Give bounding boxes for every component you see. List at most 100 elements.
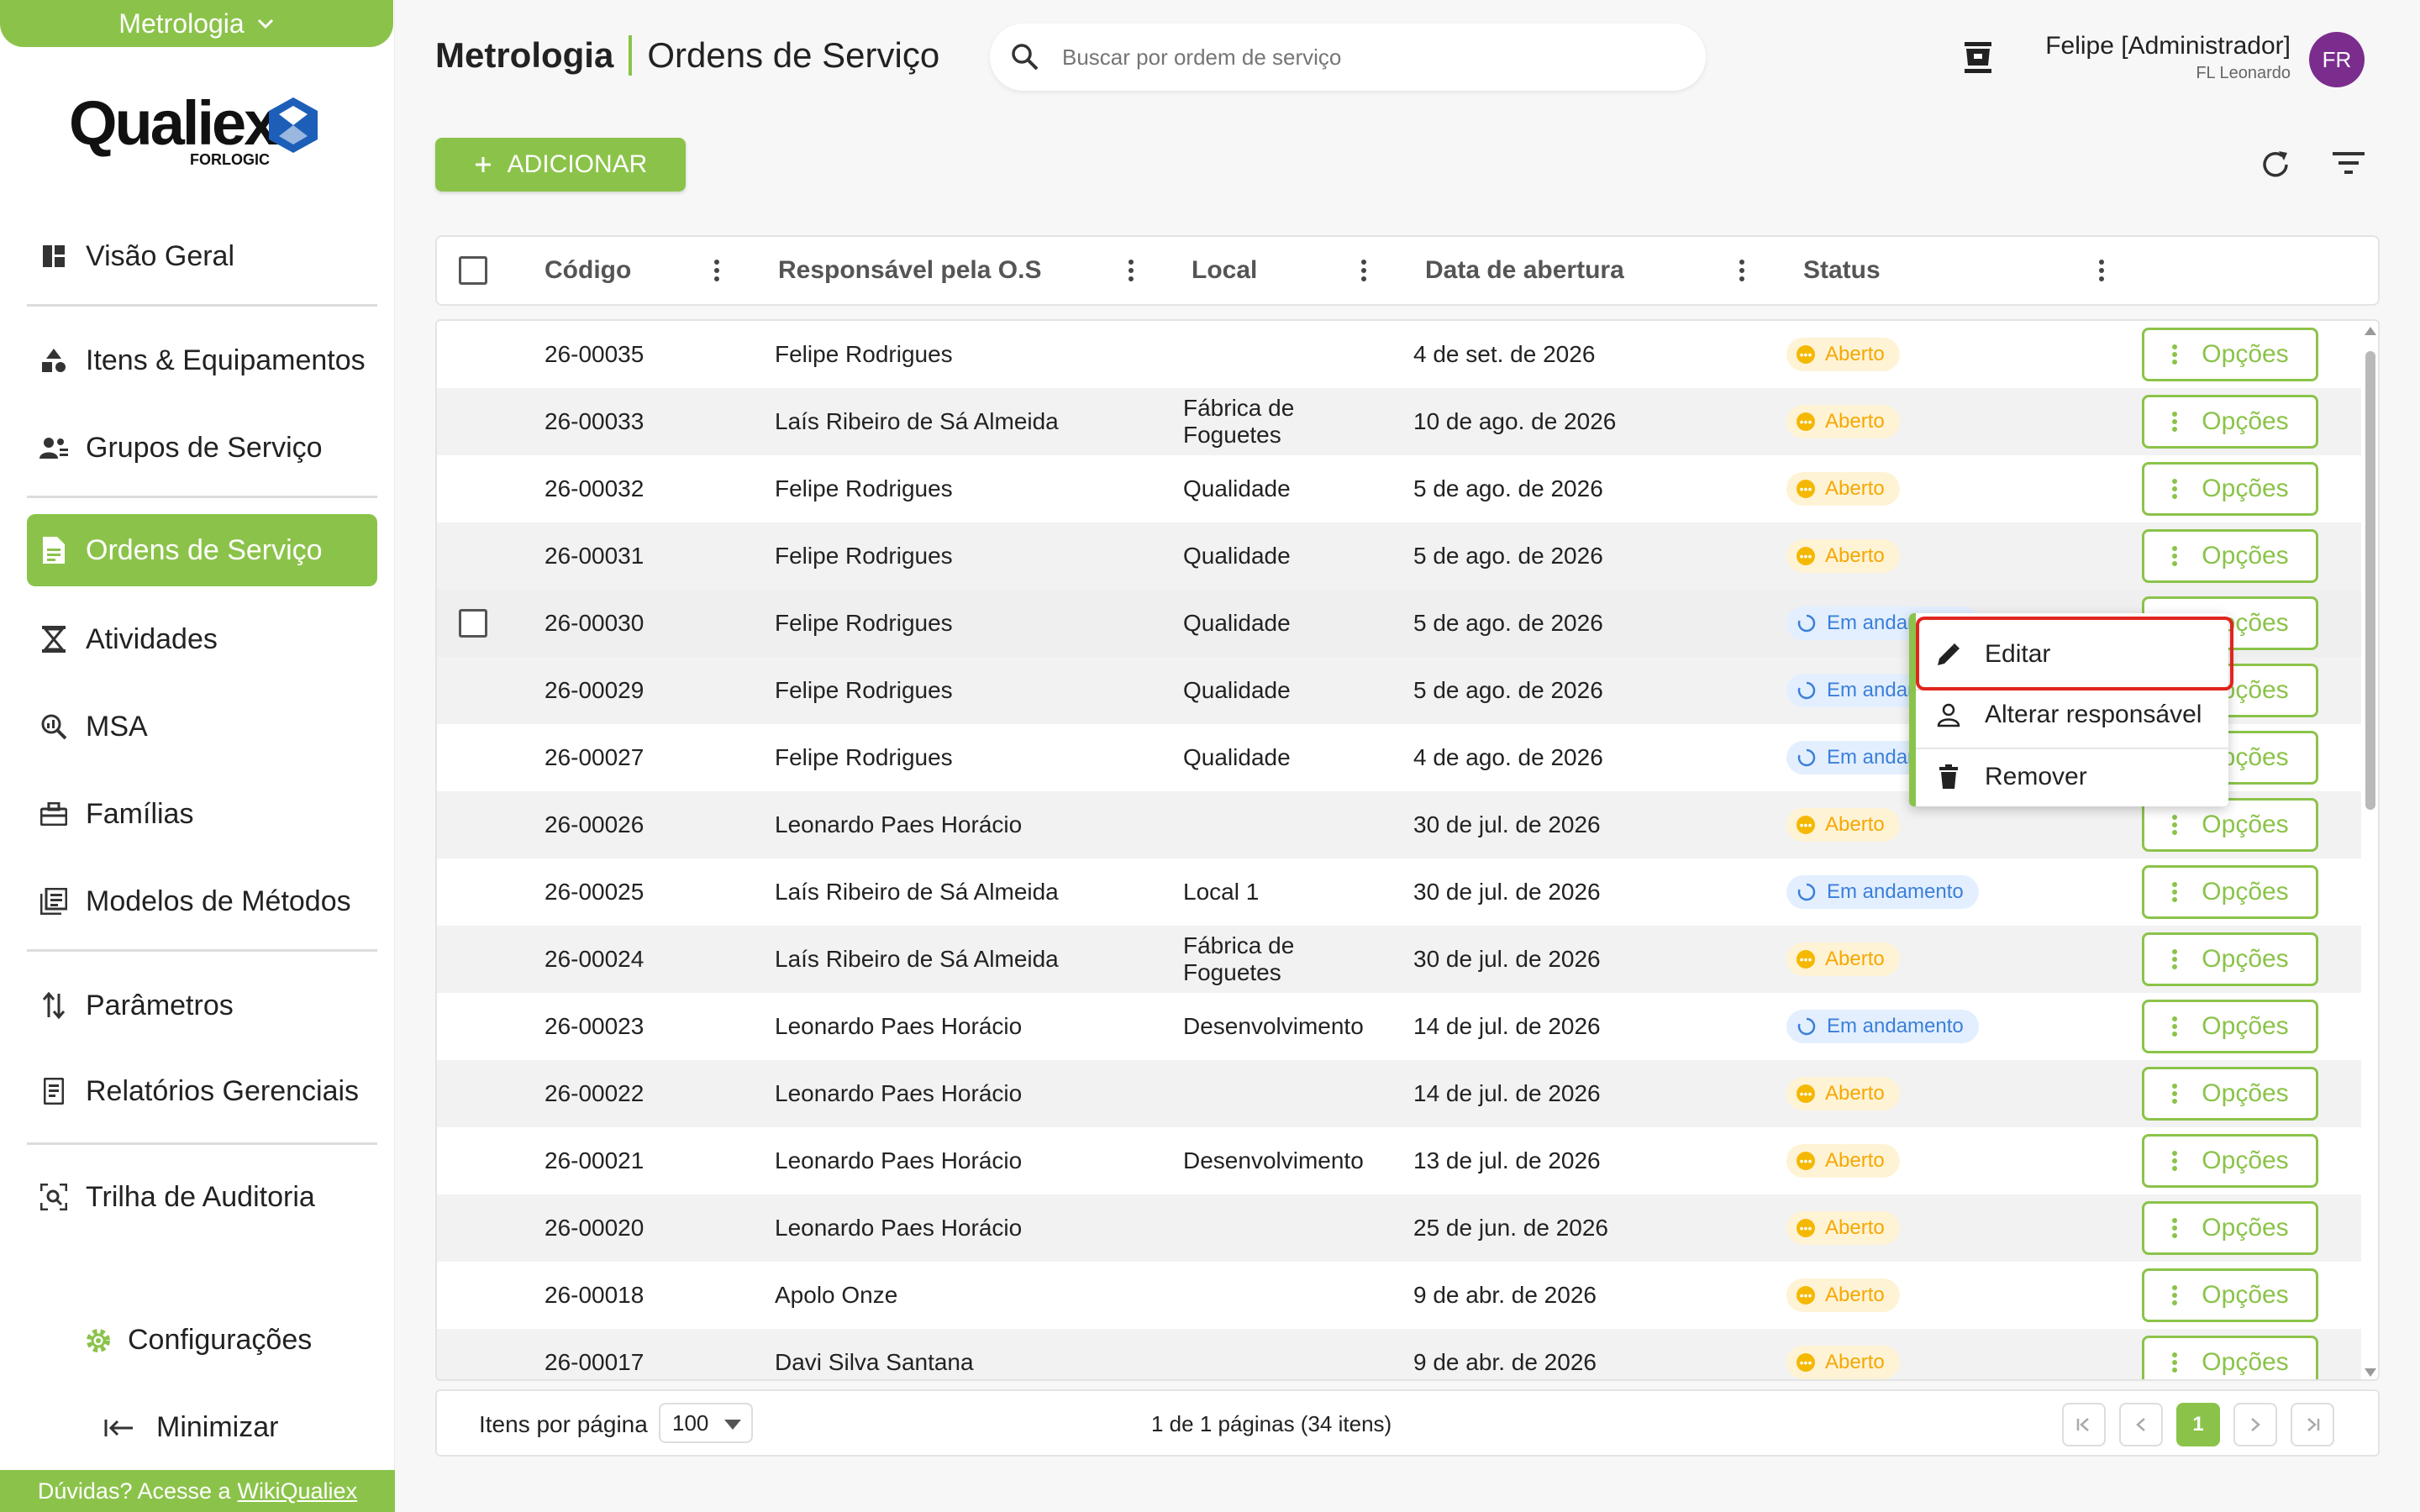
options-button[interactable]: Opções	[2142, 395, 2318, 449]
status-label: Aberto	[1825, 1082, 1885, 1105]
coffee-cup-icon[interactable]	[1963, 40, 1993, 76]
options-button[interactable]: Opções	[2142, 1268, 2318, 1322]
scrollbar-thumb[interactable]	[2365, 351, 2375, 810]
cell-code: 26-00033	[544, 408, 644, 434]
sidebar-item-label: Parâmetros	[86, 989, 234, 1021]
prev-page-button[interactable]	[2119, 1403, 2163, 1446]
cell-responsible: Leonardo Paes Horácio	[775, 1080, 1023, 1106]
scrollbar[interactable]	[2361, 321, 2378, 1379]
column-header-status[interactable]: Status	[1803, 237, 1881, 304]
column-menu-icon[interactable]	[1739, 259, 1745, 282]
table-row[interactable]: 26-00022 Leonardo Paes Horácio 14 de jul. …	[437, 1060, 2361, 1127]
filter-icon[interactable]	[2331, 148, 2366, 178]
options-button[interactable]: Opções	[2142, 1000, 2318, 1053]
user-info[interactable]: Felipe [Administrador] FL Leonardo	[2000, 32, 2291, 83]
status-label: Aberto	[1825, 544, 1885, 567]
first-page-button[interactable]	[2062, 1403, 2106, 1446]
table-row[interactable]: 26-00021 Leonardo Paes Horácio Desenvolvim…	[437, 1127, 2361, 1194]
module-selector[interactable]: Metrologia	[0, 0, 393, 47]
sidebar-item-itens-equipamentos[interactable]: Itens & Equipamentos	[27, 324, 377, 396]
wiki-link[interactable]: WikiQualiex	[238, 1478, 358, 1504]
table-row[interactable]: 26-00025 Laís Ribeiro de Sá Almeida Local …	[437, 858, 2361, 926]
hourglass-icon	[39, 624, 69, 654]
menu-item-alterar-responsavel[interactable]: Alterar responsável	[1936, 685, 2202, 744]
options-button[interactable]: Opções	[2142, 462, 2318, 516]
refresh-icon[interactable]	[2259, 148, 2292, 181]
table-row[interactable]: 26-00023 Leonardo Paes Horácio Desenvolvim…	[437, 993, 2361, 1060]
add-button[interactable]: ADICIONAR	[435, 138, 686, 192]
next-page-button[interactable]	[2233, 1403, 2277, 1446]
select-all-checkbox[interactable]	[459, 256, 487, 285]
sidebar-item-grupos-servico[interactable]: Grupos de Serviço	[27, 412, 377, 484]
sidebar-item-label: Famílias	[86, 797, 194, 830]
sidebar-item-trilha-auditoria[interactable]: Trilha de Auditoria	[27, 1161, 377, 1233]
options-label: Opções	[2202, 1348, 2289, 1376]
options-button[interactable]: Opções	[2142, 1201, 2318, 1255]
options-button[interactable]: Opções	[2142, 1067, 2318, 1121]
cell-status: ••• Aberto	[1786, 926, 1900, 993]
column-header-codigo[interactable]: Código	[544, 237, 631, 304]
current-page-button[interactable]: 1	[2176, 1403, 2220, 1446]
options-label: Opções	[2202, 811, 2289, 838]
column-header-responsavel[interactable]: Responsável pela O.S	[778, 237, 1041, 304]
user-name: Felipe [Administrador]	[2045, 32, 2291, 60]
last-page-button[interactable]	[2291, 1403, 2334, 1446]
column-menu-icon[interactable]	[1128, 259, 1134, 282]
status-badge: ••• Aberto	[1786, 472, 1900, 506]
sidebar-item-atividades[interactable]: Atividades	[27, 603, 377, 675]
settings-button[interactable]: Configurações	[84, 1324, 312, 1357]
cell-local: Qualidade	[1183, 543, 1291, 569]
menu-item-remover[interactable]: Remover	[1936, 748, 2087, 806]
column-menu-icon[interactable]	[713, 259, 720, 282]
cell-local: Fábrica de Foguetes	[1183, 395, 1295, 448]
table-row[interactable]: 26-00035 Felipe Rodrigues 4 de set. de 202…	[437, 321, 2361, 388]
options-button[interactable]: Opções	[2142, 1336, 2318, 1379]
status-label: Aberto	[1825, 1149, 1885, 1172]
table-row[interactable]: 26-00033 Laís Ribeiro de Sá Almeida Fábric…	[437, 388, 2361, 455]
scroll-down-icon[interactable]	[2364, 1368, 2377, 1378]
options-button[interactable]: Opções	[2142, 865, 2318, 919]
table-row[interactable]: 26-00018 Apolo Onze 9 de abr. de 2026 ••• Ab…	[437, 1262, 2361, 1329]
table-row[interactable]: 26-00032 Felipe Rodrigues Qualidade 5 de ag…	[437, 455, 2361, 522]
sidebar-item-label: Ordens de Serviço	[86, 533, 323, 566]
cell-opening-date: 5 de ago. de 2026	[1413, 677, 1603, 703]
cell-status: ••• Aberto	[1786, 1262, 1900, 1329]
sidebar-item-ordens-servico[interactable]: Ordens de Serviço	[27, 514, 377, 586]
cell-code: 26-00029	[544, 677, 644, 703]
plus-icon	[475, 157, 491, 172]
avatar[interactable]: FR	[2309, 32, 2365, 87]
help-banner: Dúvidas? Acesse a WikiQualiex	[0, 1470, 395, 1512]
cell-status: Em andamento	[1786, 993, 1979, 1060]
table-row[interactable]: 26-00017 Davi Silva Santana 9 de abr. de 2…	[437, 1329, 2361, 1379]
options-button[interactable]: Opções	[2142, 1134, 2318, 1188]
options-button[interactable]: Opções	[2142, 328, 2318, 381]
cell-local: Qualidade	[1183, 475, 1291, 501]
table-row[interactable]: 26-00031 Felipe Rodrigues Qualidade 5 de ag…	[437, 522, 2361, 590]
sidebar-item-msa[interactable]: MSA	[27, 690, 377, 763]
table-row[interactable]: 26-00024 Laís Ribeiro de Sá Almeida Fábric…	[437, 926, 2361, 993]
sidebar-item-visao-geral[interactable]: Visão Geral	[27, 220, 377, 292]
user-role: FL Leonardo	[2196, 64, 2291, 82]
cell-responsible: Laís Ribeiro de Sá Almeida	[775, 946, 1059, 972]
cell-status: ••• Aberto	[1786, 1060, 1900, 1127]
options-button[interactable]: Opções	[2142, 932, 2318, 986]
cell-local	[1183, 1060, 1385, 1127]
sidebar-item-familias[interactable]: Famílias	[27, 778, 377, 850]
cell-code: 26-00025	[544, 879, 644, 905]
column-header-data-abertura[interactable]: Data de abertura	[1425, 237, 1624, 304]
row-checkbox[interactable]	[459, 609, 487, 638]
sidebar-item-modelos-metodos[interactable]: Modelos de Métodos	[27, 865, 377, 937]
minimize-button[interactable]: Minimizar	[104, 1411, 278, 1444]
sidebar-item-parametros[interactable]: Parâmetros	[27, 969, 377, 1042]
column-menu-icon[interactable]	[1360, 259, 1367, 282]
sidebar-item-relatorios[interactable]: Relatórios Gerenciais	[27, 1055, 377, 1127]
table-row[interactable]: 26-00020 Leonardo Paes Horácio 25 de jun. …	[437, 1194, 2361, 1262]
column-header-local[interactable]: Local	[1192, 237, 1257, 304]
scroll-up-icon[interactable]	[2364, 326, 2377, 336]
search-icon[interactable]	[1010, 42, 1040, 72]
column-menu-icon[interactable]	[2098, 259, 2105, 282]
options-button[interactable]: Opções	[2142, 529, 2318, 583]
table-header: Código Responsável pela O.S Local Data d…	[435, 235, 2380, 306]
search-input[interactable]	[1062, 44, 1650, 71]
page-size-select[interactable]: 100	[659, 1403, 753, 1443]
